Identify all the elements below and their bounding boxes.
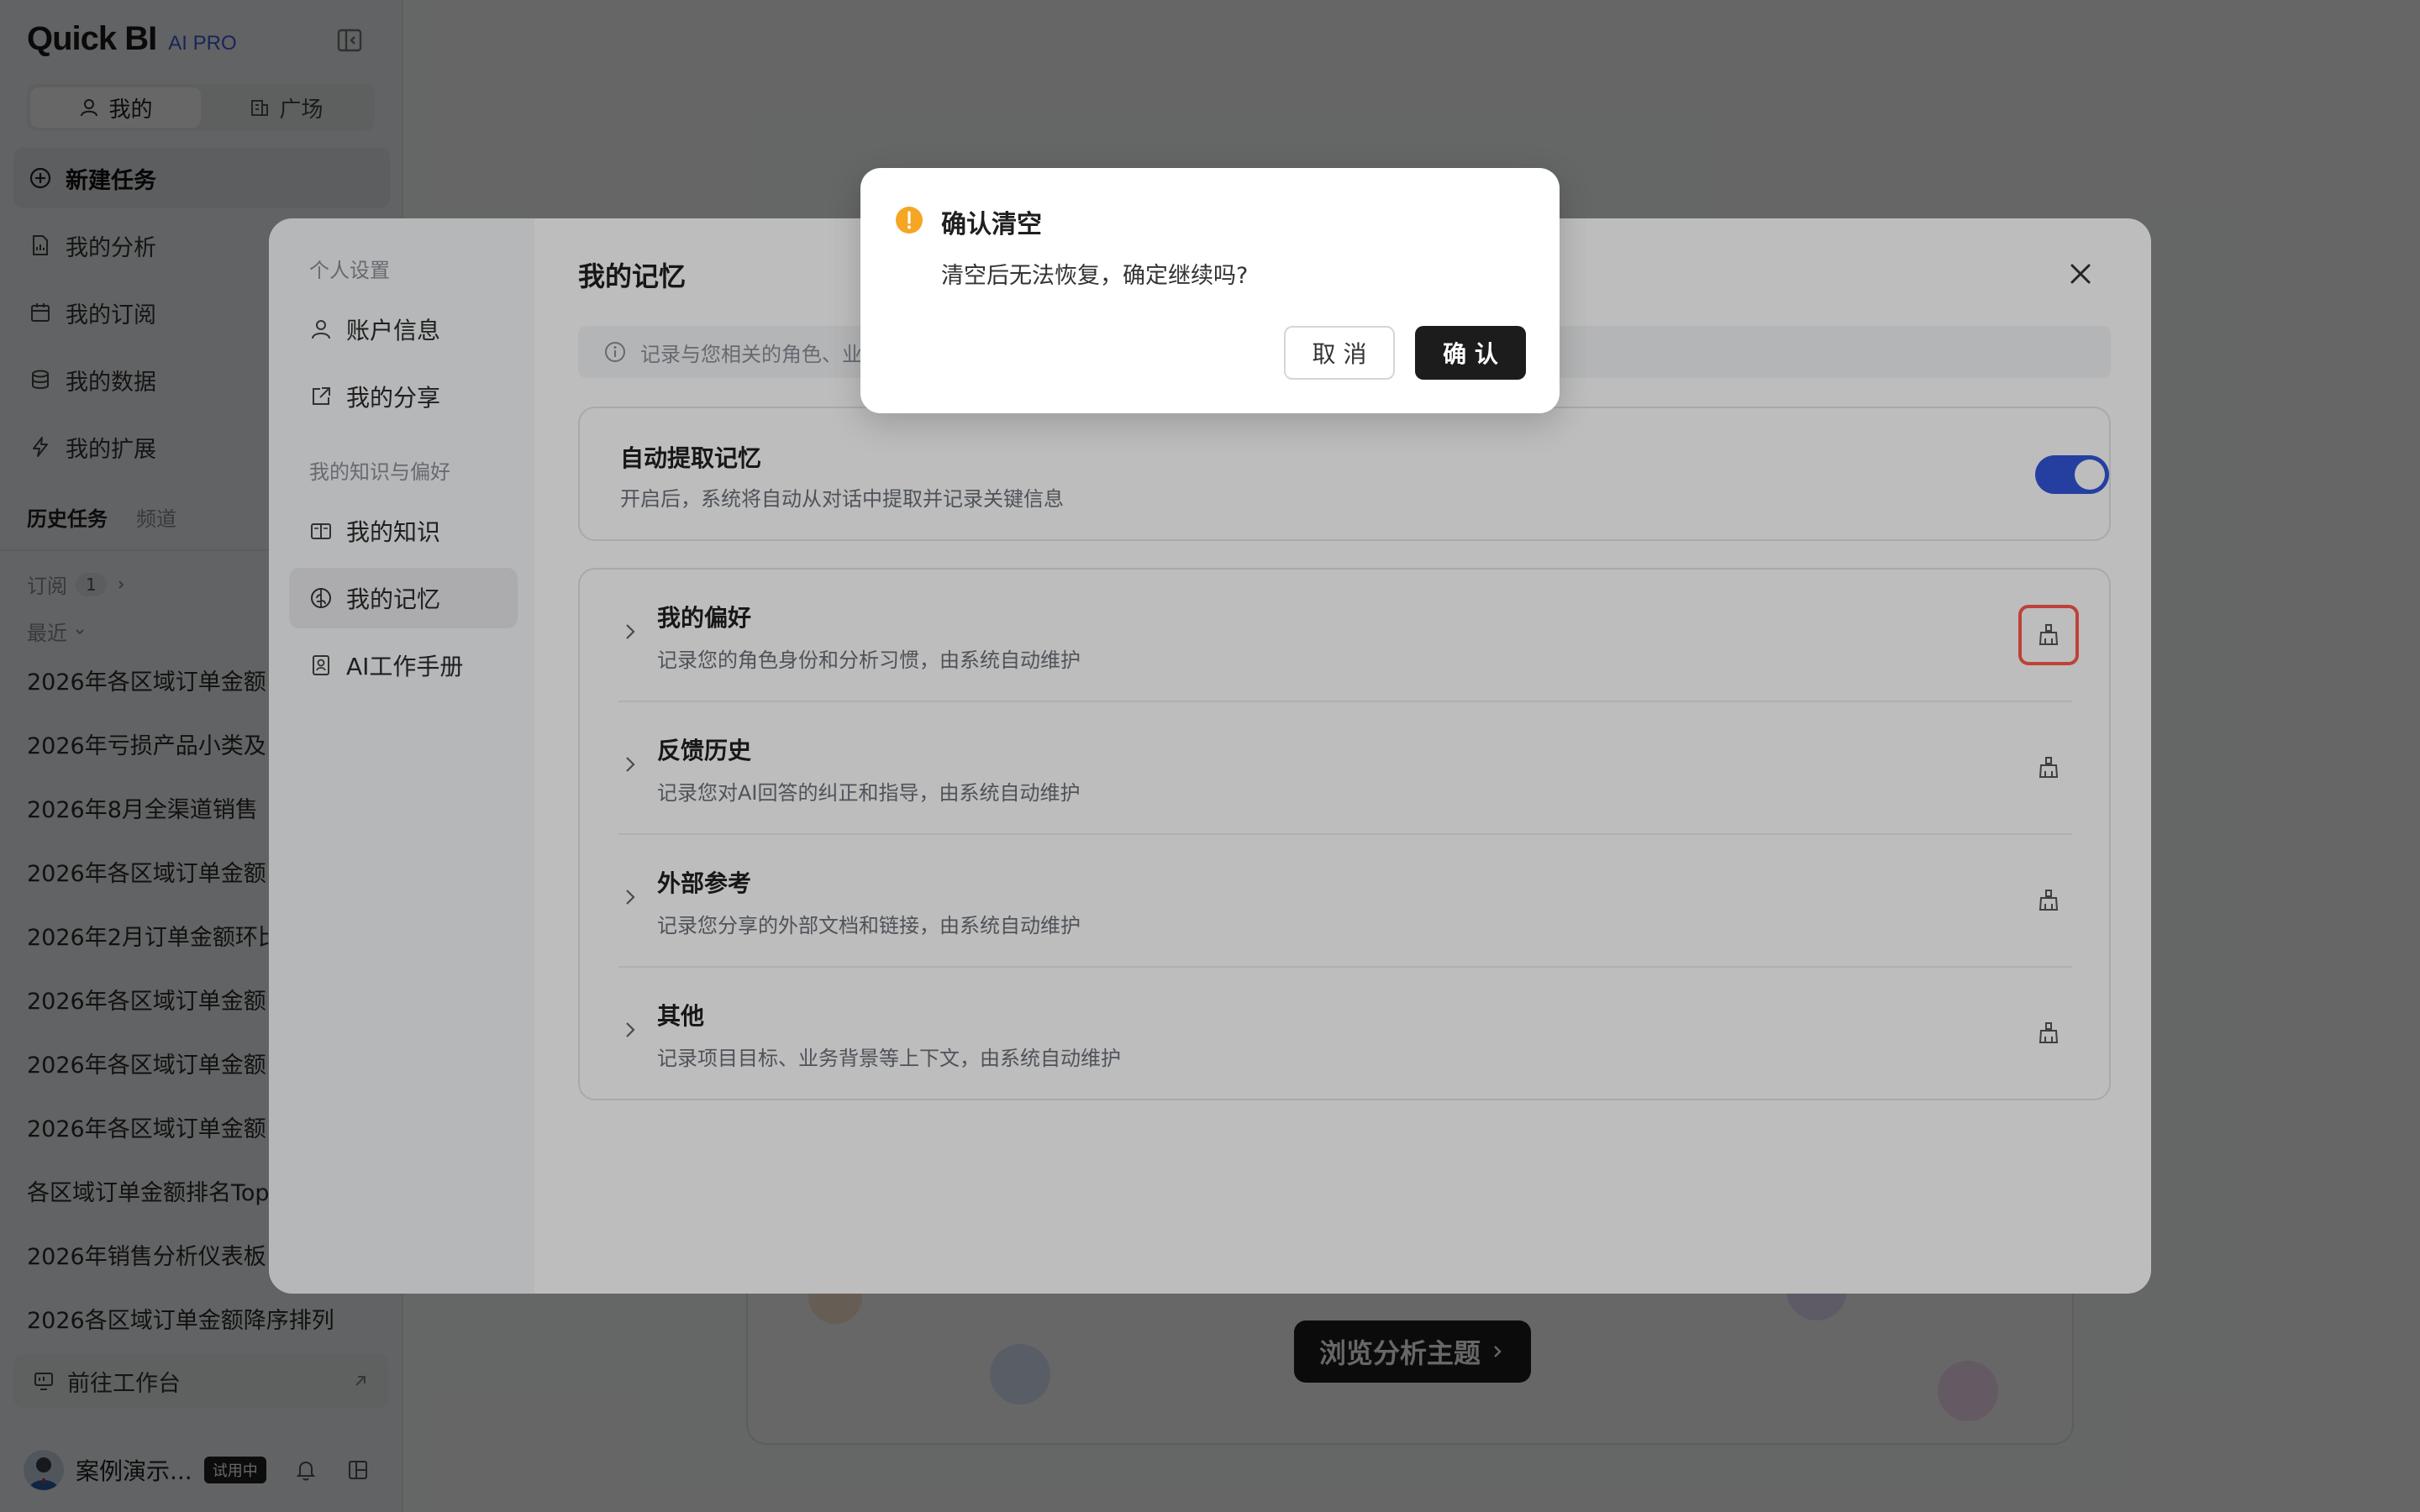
warning-icon <box>896 207 923 234</box>
cancel-button[interactable]: 取 消 <box>1284 326 1395 380</box>
confirm-message: 清空后无法恢复，确定继续吗? <box>941 263 1249 289</box>
confirm-button[interactable]: 确 认 <box>1415 326 1526 380</box>
confirm-title: 确认清空 <box>941 210 1042 239</box>
confirm-dialog: 确认清空 清空后无法恢复，确定继续吗? 取 消 确 认 <box>860 168 1560 413</box>
